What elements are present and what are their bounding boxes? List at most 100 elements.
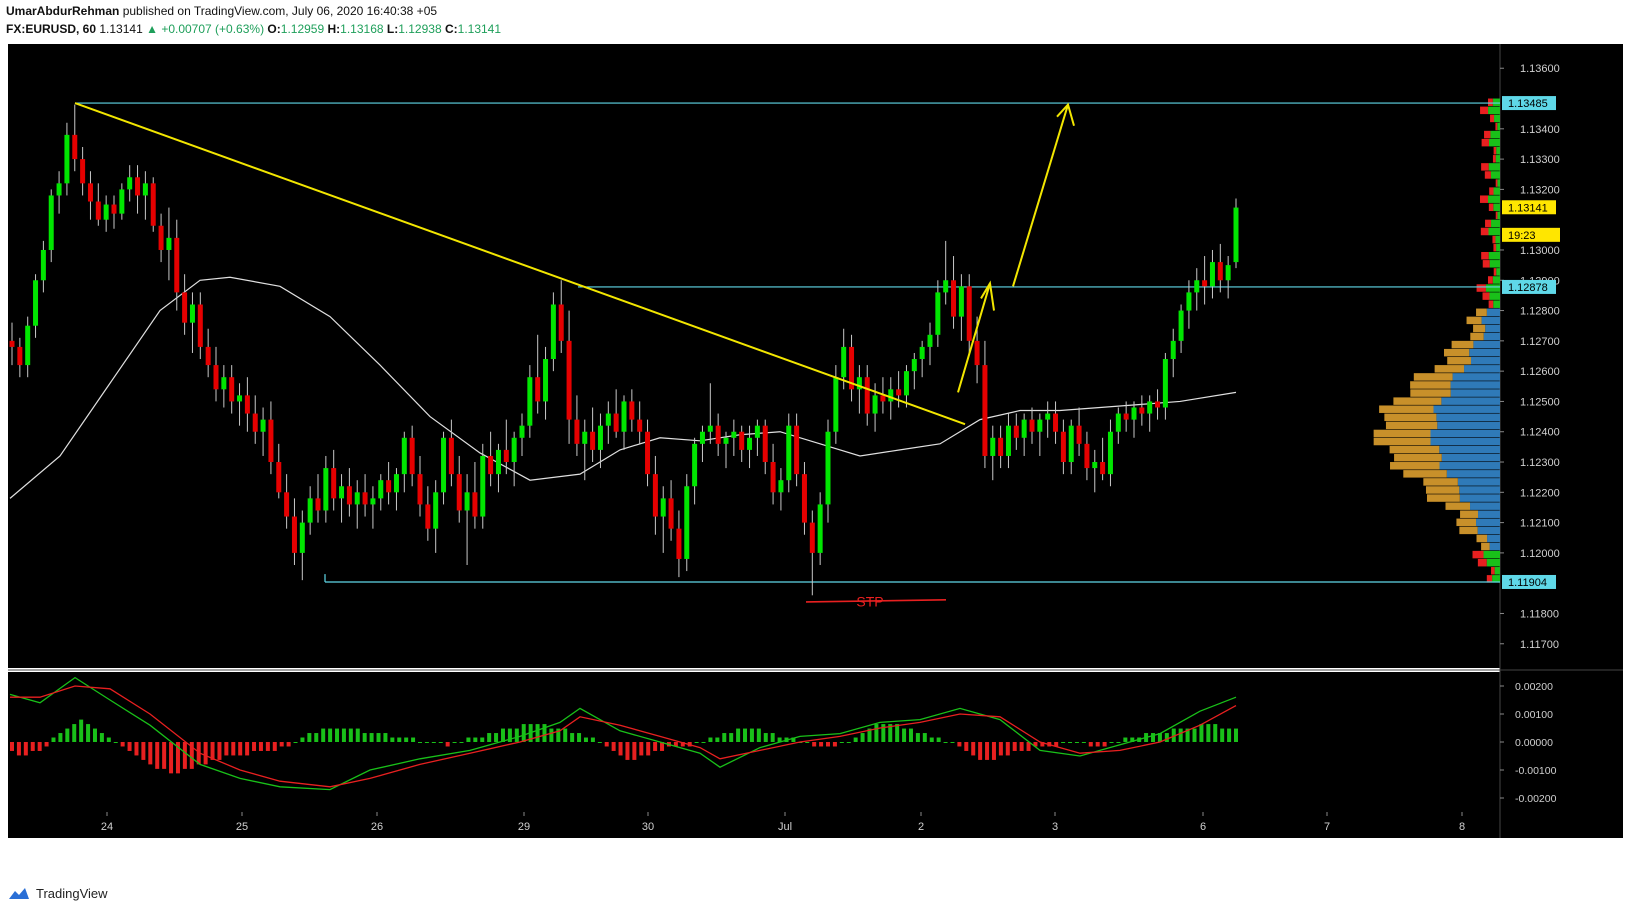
volume-profile-bar xyxy=(1410,389,1451,397)
candle-body xyxy=(72,134,78,160)
candle xyxy=(480,443,486,529)
macd-bar xyxy=(1199,724,1204,742)
macd-bar xyxy=(832,742,837,747)
candle xyxy=(150,177,156,232)
candle-body xyxy=(48,195,54,250)
candle-body xyxy=(519,425,525,438)
volume-profile-bar xyxy=(1473,340,1500,349)
volume-profile-bar xyxy=(1447,357,1471,365)
macd-bar xyxy=(964,742,969,751)
candle-body xyxy=(346,486,352,505)
volume-profile-bar xyxy=(1456,518,1477,527)
volume-profile-bar xyxy=(1385,421,1438,430)
macd-bar xyxy=(86,724,91,742)
macd-bar xyxy=(646,742,651,756)
macd-bar xyxy=(1206,724,1211,742)
volume-profile-bar xyxy=(1452,373,1500,381)
macd-bar xyxy=(182,742,187,769)
volume-profile-bar xyxy=(1484,130,1491,139)
candle-body xyxy=(150,183,156,226)
volume-profile-bar xyxy=(1493,187,1500,195)
macd-bar xyxy=(943,742,948,743)
trading-chart[interactable]: 1.136001.134001.133001.132001.130001.129… xyxy=(0,0,1627,908)
price-tick-label: 1.13000 xyxy=(1520,245,1560,257)
candle-body xyxy=(1021,419,1027,438)
candle-body xyxy=(935,292,941,335)
volume-profile-bar xyxy=(1492,98,1500,107)
candle xyxy=(1233,198,1239,269)
volume-profile-bar xyxy=(1473,324,1486,333)
candle-body xyxy=(864,377,870,414)
macd-bar xyxy=(922,733,927,742)
volume-profile-bar xyxy=(1493,203,1500,212)
candle-body xyxy=(244,395,250,414)
candle-body xyxy=(888,389,894,402)
candle-body xyxy=(495,449,501,475)
macd-bar xyxy=(134,742,139,756)
volume-profile-bar xyxy=(1495,179,1498,187)
candle-body xyxy=(33,280,39,326)
volume-profile-bar xyxy=(1483,332,1500,341)
candle-body xyxy=(80,159,86,184)
candle-body xyxy=(747,437,753,450)
candle-body xyxy=(142,183,148,196)
macd-bar xyxy=(16,742,21,756)
macd-bar xyxy=(314,733,319,742)
candle-body xyxy=(794,425,800,475)
candle-body xyxy=(1100,462,1106,475)
volume-profile-bar xyxy=(1476,284,1486,292)
candle-body xyxy=(770,462,776,493)
volume-profile-bar xyxy=(1482,292,1490,300)
macd-tick-label: -0.00100 xyxy=(1515,765,1557,777)
volume-profile-bar xyxy=(1480,227,1489,236)
candle-body xyxy=(221,377,227,390)
candle-body xyxy=(393,474,399,493)
time-tick-label: 26 xyxy=(371,821,383,833)
candle-body xyxy=(1194,280,1200,293)
macd-bar xyxy=(770,733,775,742)
volume-profile-bar xyxy=(1430,429,1500,438)
candle-body xyxy=(1115,413,1121,432)
macd-bar xyxy=(321,728,326,742)
volume-profile-bar xyxy=(1490,114,1495,123)
brand-name[interactable]: TradingView xyxy=(36,886,108,901)
candle-body xyxy=(1084,443,1090,469)
price-tick-label: 1.12800 xyxy=(1520,306,1560,318)
candle-body xyxy=(339,486,345,499)
price-tick-label: 1.11700 xyxy=(1520,639,1559,651)
volume-profile-bar xyxy=(1476,308,1487,317)
price-tick-label: 1.12100 xyxy=(1520,518,1560,530)
candle-body xyxy=(582,431,588,444)
candle-body xyxy=(354,492,360,505)
candle-body xyxy=(903,371,909,396)
macd-bar xyxy=(238,742,243,756)
volume-profile-bar xyxy=(1379,405,1434,413)
volume-profile-bar xyxy=(1488,106,1500,115)
volume-profile-bar xyxy=(1485,219,1492,228)
macd-bar xyxy=(583,737,588,742)
candle-body xyxy=(229,377,235,402)
candle-body xyxy=(182,292,188,323)
macd-bar xyxy=(418,742,422,743)
macd-bar xyxy=(812,742,817,747)
candle-body xyxy=(299,522,305,553)
macd-bar xyxy=(563,728,568,742)
candle-body xyxy=(307,498,313,523)
time-tick-label: 7 xyxy=(1324,821,1330,833)
candle-body xyxy=(87,183,93,202)
macd-tick-label: 0.00200 xyxy=(1515,681,1553,693)
candle-body xyxy=(841,346,847,378)
candle-body xyxy=(543,359,549,402)
volume-profile-bar xyxy=(1476,534,1488,543)
candle-body xyxy=(1037,419,1043,432)
candle-body xyxy=(974,340,980,366)
volume-profile-bar xyxy=(1393,397,1442,405)
candle-body xyxy=(386,480,392,493)
volume-profile-bar xyxy=(1496,243,1500,252)
macd-bar xyxy=(494,733,499,742)
candle-body xyxy=(597,425,603,450)
volume-profile-bar xyxy=(1492,155,1496,163)
candle-body xyxy=(527,377,533,426)
candle-body xyxy=(119,189,125,214)
volume-profile-bar xyxy=(1480,106,1489,115)
